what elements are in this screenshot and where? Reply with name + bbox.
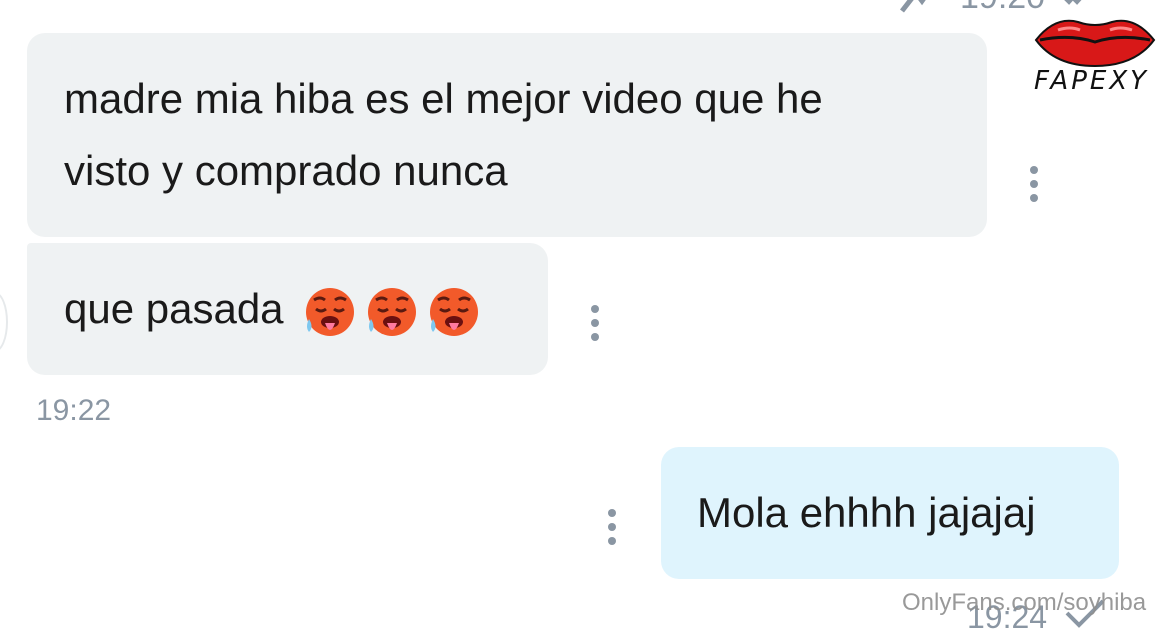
avatar-edge[interactable] <box>0 292 8 352</box>
message-bubble-incoming[interactable]: que pasada <box>27 243 548 375</box>
message-text-line: madre mia hiba es el mejor video que he <box>64 75 823 122</box>
message-options-icon[interactable] <box>605 509 619 545</box>
watermark: OnlyFans.com/soyhiba <box>902 589 1147 616</box>
chat-view: 19:20 madre mia hiba es el mejor video q… <box>0 0 1167 630</box>
emoji-row <box>303 285 489 339</box>
message-options-icon[interactable] <box>588 305 602 341</box>
message-options-icon[interactable] <box>1027 166 1041 202</box>
message-text: que pasada <box>64 285 284 332</box>
logo-text: FAPEXY <box>1034 66 1150 96</box>
hot-face-drooling-icon <box>365 285 419 339</box>
hot-face-drooling-icon <box>303 285 357 339</box>
message-bubble-outgoing[interactable]: Mola ehhhh jajajaj <box>661 447 1119 579</box>
message-text-line: visto y comprado nunca <box>64 147 508 194</box>
message-bubble-incoming[interactable]: madre mia hiba es el mejor video que he … <box>27 33 987 237</box>
hot-face-drooling-icon <box>427 285 481 339</box>
reply-icon[interactable] <box>900 0 930 13</box>
message-text: Mola ehhhh jajajaj <box>697 489 1036 536</box>
message-time: 19:22 <box>36 394 112 427</box>
